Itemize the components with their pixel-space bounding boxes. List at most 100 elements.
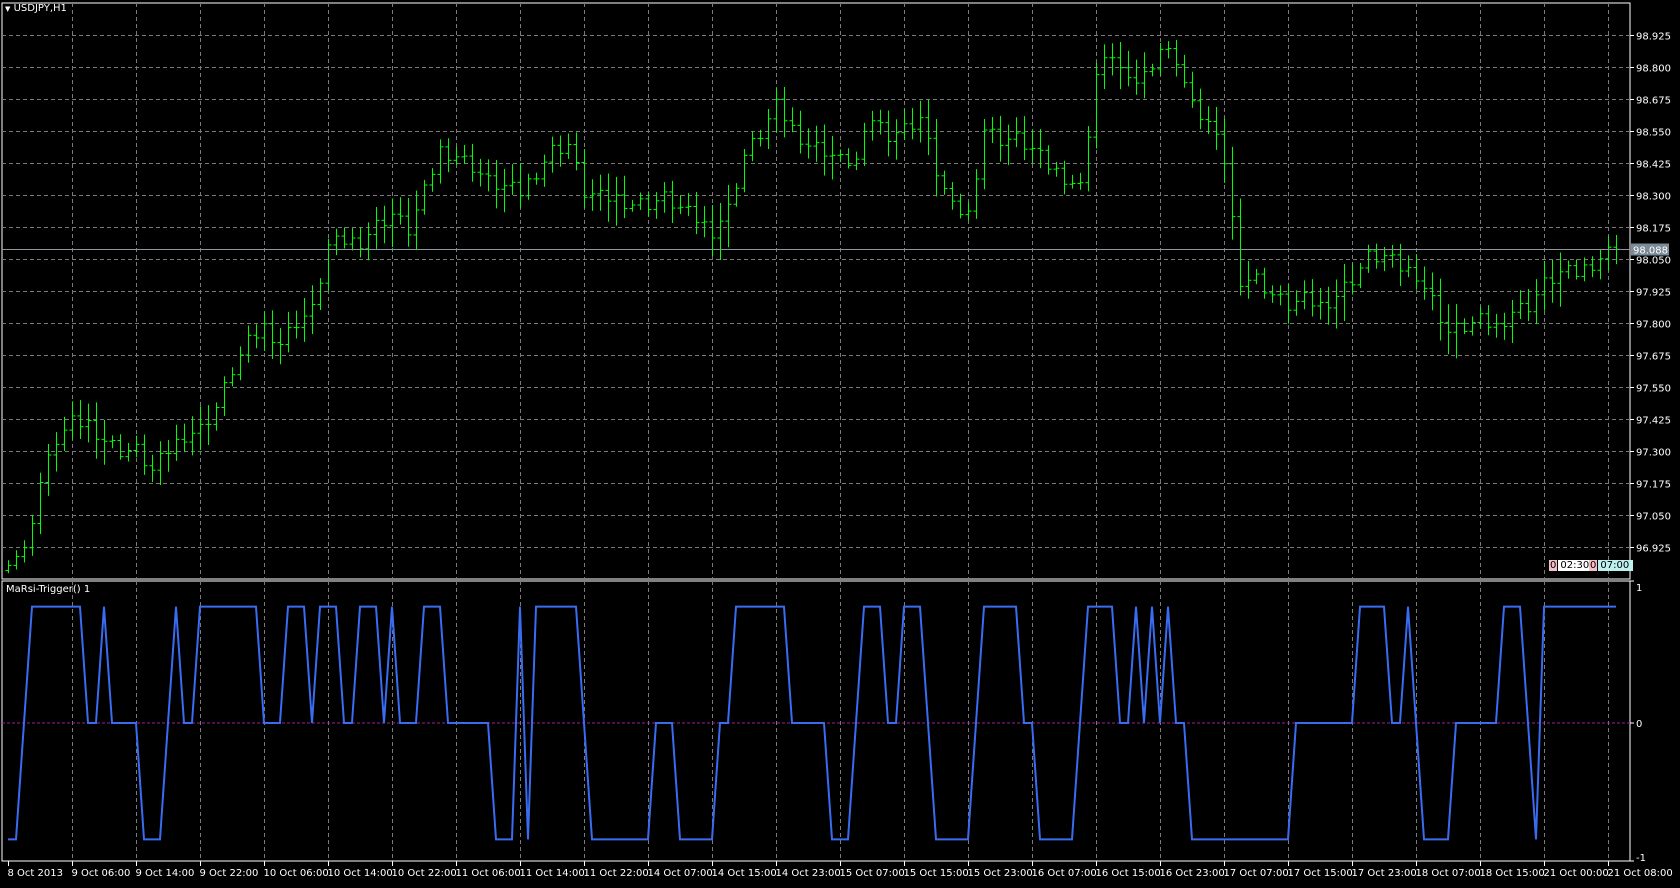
price-bar xyxy=(925,99,932,156)
price-bar xyxy=(1581,257,1588,282)
indicator-tick-label: 1 xyxy=(1636,583,1642,594)
time-tick-label: 18 Oct 07:00 xyxy=(1416,868,1481,879)
price-bar xyxy=(1453,304,1460,359)
time-tick-label: 11 Oct 14:00 xyxy=(520,868,585,879)
chart-canvas[interactable]: 98.925 98.800 98.675 98.550 98.425 98.300 98.1… xyxy=(0,0,1680,888)
price-bar xyxy=(1029,130,1036,164)
price-bar xyxy=(349,228,356,251)
price-bar xyxy=(1013,117,1020,148)
price-bar xyxy=(37,472,44,535)
price-bar xyxy=(557,135,564,167)
price-bar xyxy=(829,136,836,180)
time-tick-label: 10 Oct 22:00 xyxy=(392,868,457,879)
price-bar xyxy=(1245,260,1252,299)
countdown-1: 0 02:30 xyxy=(1549,560,1593,571)
price-bar xyxy=(1357,262,1364,289)
price-bar xyxy=(189,416,196,456)
price-bar xyxy=(357,226,364,258)
price-tick-label: 98.300 xyxy=(1636,192,1671,203)
price-bar xyxy=(509,164,516,195)
price-bar xyxy=(1085,126,1092,192)
price-bar xyxy=(565,133,572,159)
price-bar xyxy=(141,434,148,475)
price-bar xyxy=(909,108,916,140)
price-bar xyxy=(1461,318,1468,335)
time-tick-label: 16 Oct 23:00 xyxy=(1160,868,1225,879)
price-bar xyxy=(1477,306,1484,329)
price-bar xyxy=(613,176,620,226)
price-bar xyxy=(93,402,100,459)
price-bar xyxy=(501,168,508,213)
price-bar xyxy=(493,160,500,209)
price-bar xyxy=(261,311,268,352)
price-bar xyxy=(1093,62,1100,149)
price-bar xyxy=(1005,124,1012,166)
price-bar xyxy=(333,228,340,256)
time-tick-label: 15 Oct 23:00 xyxy=(968,868,1033,879)
price-bar xyxy=(165,440,172,472)
price-bar xyxy=(741,149,748,193)
chart-title[interactable]: ▼ USDJPY,H1 xyxy=(5,3,67,14)
price-tick-label: 98.175 xyxy=(1636,224,1671,235)
price-bar xyxy=(477,158,484,187)
price-bar xyxy=(421,179,428,215)
price-tick-label: 98.550 xyxy=(1636,128,1671,139)
price-bar xyxy=(1261,267,1268,299)
countdown-time: 07:00 xyxy=(1598,560,1634,571)
price-bar xyxy=(861,122,868,166)
price-bar xyxy=(893,119,900,160)
price-bar xyxy=(1157,43,1164,76)
price-bar xyxy=(1485,305,1492,336)
time-tick-label: 21 Oct 00:00 xyxy=(1544,868,1609,879)
time-tick-label: 10 Oct 14:00 xyxy=(328,868,393,879)
price-bar xyxy=(1197,88,1204,130)
price-bar xyxy=(797,110,804,154)
price-bar xyxy=(221,376,228,417)
price-tick-label: 98.800 xyxy=(1636,64,1671,75)
price-bar xyxy=(229,367,236,387)
price-bar xyxy=(1269,285,1276,303)
price-bar xyxy=(405,198,412,247)
price-bar xyxy=(1517,290,1524,319)
price-bar xyxy=(685,193,692,216)
chevron-down-icon[interactable]: ▼ xyxy=(5,5,10,13)
price-bar xyxy=(1501,312,1508,340)
price-bar xyxy=(205,405,212,446)
price-bar xyxy=(293,310,300,339)
price-bar xyxy=(1293,290,1300,316)
time-tick-label: 8 Oct 2013 xyxy=(8,868,63,879)
price-bar xyxy=(605,173,612,222)
current-price-label: 98.088 xyxy=(1633,246,1668,257)
price-bar xyxy=(661,182,668,213)
price-bar xyxy=(965,202,972,221)
price-bar xyxy=(1117,42,1124,90)
price-bar xyxy=(789,107,796,133)
time-tick-label: 17 Oct 15:00 xyxy=(1288,868,1353,879)
price-bar xyxy=(437,139,444,184)
price-bar xyxy=(845,148,852,169)
price-bar xyxy=(1237,198,1244,296)
time-tick-label: 11 Oct 22:00 xyxy=(584,868,649,879)
price-bar xyxy=(1141,52,1148,99)
price-bar xyxy=(21,540,28,563)
price-bar xyxy=(1541,261,1548,311)
price-bar xyxy=(197,406,204,451)
price-bar xyxy=(1333,279,1340,329)
price-tick-label: 98.050 xyxy=(1636,256,1671,267)
price-bar xyxy=(237,346,244,381)
price-bar xyxy=(1389,245,1396,268)
price-bar xyxy=(1309,279,1316,317)
price-bar xyxy=(781,87,788,138)
price-bar xyxy=(1445,304,1452,355)
price-bar xyxy=(1277,285,1284,306)
price-bar xyxy=(13,550,20,570)
price-bar xyxy=(757,129,764,147)
price-bar xyxy=(669,180,676,224)
price-bar xyxy=(485,159,492,192)
price-tick-label: 96.925 xyxy=(1636,544,1671,555)
time-tick-label: 15 Oct 15:00 xyxy=(904,868,969,879)
price-bar xyxy=(853,151,860,171)
time-tick-label: 21 Oct 08:00 xyxy=(1608,868,1673,879)
price-bar xyxy=(1421,266,1428,300)
price-bar xyxy=(653,192,660,219)
